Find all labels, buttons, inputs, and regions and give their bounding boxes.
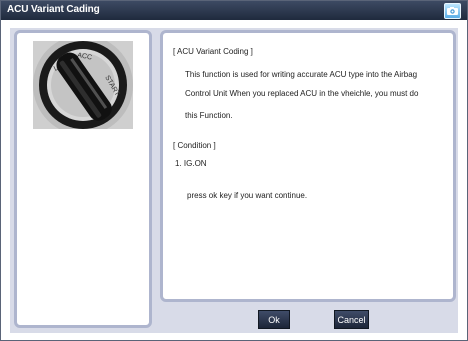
description-line-2: Control Unit When you replaced ACU in th… — [185, 89, 419, 98]
cancel-button[interactable]: Cancel — [334, 310, 369, 329]
description-line-1: This function is used for writing accura… — [185, 70, 418, 79]
ignition-key-image: LOCK ACC START — [33, 41, 133, 129]
description-panel: [ ACU Variant Coding ] This function is … — [160, 30, 456, 302]
condition-item: 1. IG.ON — [175, 159, 207, 168]
continue-prompt: press ok key if you want continue. — [187, 191, 308, 200]
info-heading: [ ACU Variant Coding ] — [173, 47, 253, 56]
ok-button[interactable]: Ok — [258, 310, 290, 329]
image-panel: LOCK ACC START — [14, 30, 152, 328]
dialog-window: ACU Variant Cading LOCK ACC START — [0, 0, 468, 341]
title-bar[interactable]: ACU Variant Cading — [1, 1, 467, 20]
window-title: ACU Variant Cading — [7, 4, 100, 15]
camera-icon[interactable] — [444, 3, 461, 19]
condition-heading: [ Condition ] — [173, 141, 216, 150]
description-line-3: this Function. — [185, 111, 233, 120]
